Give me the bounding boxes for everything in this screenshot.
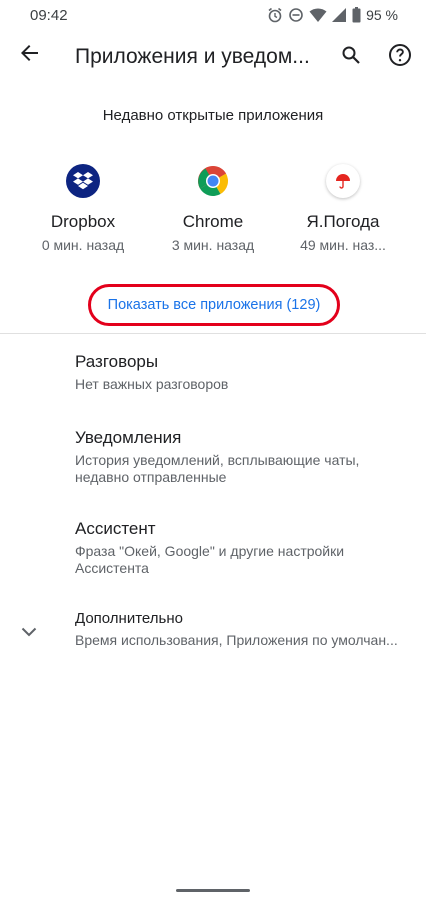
status-time: 09:42 (30, 7, 68, 24)
search-button[interactable] (333, 39, 369, 75)
app-time: 0 мин. назад (41, 237, 125, 253)
yandex-weather-icon (326, 164, 360, 198)
app-time: 3 мин. назад (171, 237, 255, 253)
setting-conversations[interactable]: Разговоры Нет важных разговоров (0, 352, 426, 416)
chrome-icon (196, 164, 230, 198)
setting-notifications[interactable]: Уведомления История уведомлений, всплыва… (0, 428, 426, 508)
settings-screen: 09:42 95 % Приложения и уведом... Недавн… (0, 0, 426, 900)
back-button[interactable] (12, 37, 48, 73)
setting-title: Разговоры (75, 352, 159, 371)
status-icons: 95 % (267, 7, 398, 23)
setting-summary: Время использования, Приложения по умолч… (75, 632, 398, 648)
battery-percent: 95 % (366, 7, 398, 23)
status-bar: 09:42 95 % (0, 0, 426, 32)
chevron-down-icon (17, 620, 41, 644)
setting-title: Уведомления (75, 428, 182, 447)
show-all-apps-highlight: Показать все приложения (129) (88, 284, 340, 326)
dropbox-icon (66, 164, 100, 198)
recent-apps-header: Недавно открытые приложения (102, 107, 324, 124)
wifi-icon (309, 7, 327, 23)
app-time: 49 мин. наз... (300, 237, 386, 253)
setting-summary: История уведомлений, всплывающие чаты, н… (75, 452, 360, 485)
do-not-disturb-icon (288, 7, 304, 23)
page-title: Приложения и уведом... (75, 45, 310, 68)
recent-app-yandex-weather[interactable]: Я.Погода 49 мин. наз... (280, 160, 406, 253)
setting-advanced[interactable]: Дополнительно Время использования, Прило… (0, 610, 426, 670)
arrow-back-icon (20, 43, 40, 68)
gesture-nav-handle[interactable] (176, 889, 250, 892)
alarm-icon (267, 7, 283, 23)
toolbar: Приложения и уведом... (0, 32, 426, 86)
signal-icon (332, 7, 347, 23)
setting-title: Дополнительно (75, 610, 183, 627)
setting-summary: Нет важных разговоров (75, 376, 229, 392)
setting-summary: Фраза "Окей, Google" и другие настройки … (75, 543, 345, 576)
app-name: Я.Погода (306, 212, 380, 231)
setting-title: Ассистент (75, 519, 156, 538)
recent-app-dropbox[interactable]: Dropbox 0 мин. назад (20, 160, 146, 253)
help-icon (388, 43, 412, 72)
search-icon (341, 45, 361, 70)
recent-apps: Dropbox 0 мин. назад Chrome 3 мин. назад (0, 160, 426, 260)
app-name: Chrome (182, 212, 244, 231)
recent-app-chrome[interactable]: Chrome 3 мин. назад (150, 160, 276, 253)
show-all-apps-link[interactable]: Показать все приложения (129) (108, 297, 321, 313)
app-name: Dropbox (50, 212, 116, 231)
battery-icon (352, 7, 361, 23)
divider (0, 333, 426, 334)
help-button[interactable] (382, 39, 418, 75)
setting-assistant[interactable]: Ассистент Фраза "Окей, Google" и другие … (0, 519, 426, 599)
